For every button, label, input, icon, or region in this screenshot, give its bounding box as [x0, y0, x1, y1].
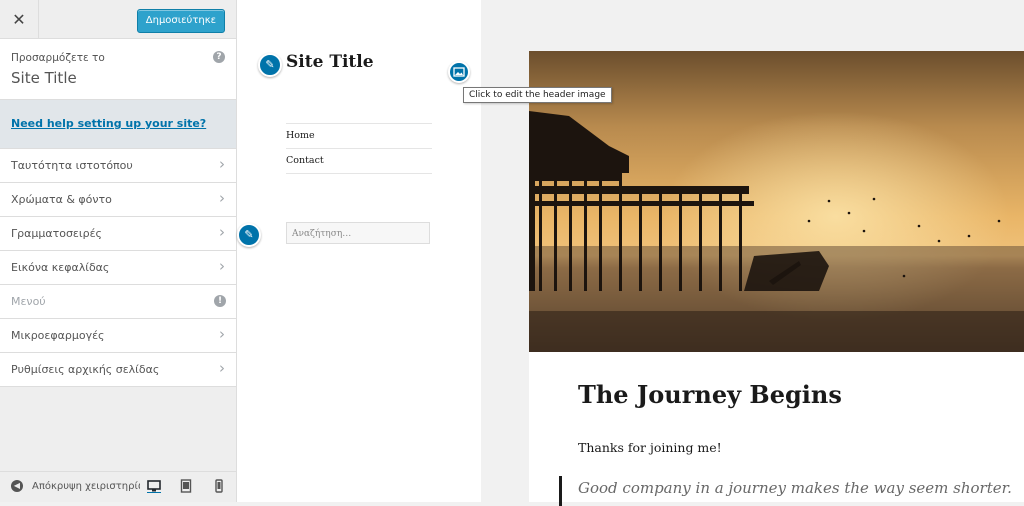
section-label: Χρώματα & φόντο	[11, 193, 112, 206]
customizer-footer: ◀ Απόκρυψη χειριστηρίων	[0, 471, 236, 502]
edit-widgets-button[interactable]: ✎	[237, 223, 261, 247]
customizing-site-title: Site Title	[11, 69, 77, 87]
search-input[interactable]: Αναζήτηση…	[286, 222, 430, 244]
pencil-icon: ✎	[244, 228, 254, 241]
section-label: Μικροεφαρμογές	[11, 329, 105, 342]
chevron-right-icon: ›	[219, 189, 225, 207]
menu-item-home[interactable]: Home	[286, 123, 432, 148]
desktop-icon[interactable]	[147, 479, 161, 493]
mobile-icon[interactable]	[212, 479, 226, 493]
post-text: Thanks for joining me!	[578, 440, 722, 455]
section-site-identity[interactable]: Ταυτότητα ιστοτόπου ›	[0, 149, 236, 183]
publish-button[interactable]: Δημοσιεύτηκε	[136, 9, 225, 33]
section-label: Μενού	[11, 295, 46, 308]
customizer-sidebar: ✕ Δημοσιεύτηκε Προσαρμόζετε το Site Titl…	[0, 0, 237, 502]
section-widgets[interactable]: Μικροεφαρμογές ›	[0, 319, 236, 353]
help-icon[interactable]: ?	[213, 51, 225, 63]
close-customizer-button[interactable]: ✕	[0, 0, 39, 38]
close-icon: ✕	[12, 9, 26, 29]
image-icon	[453, 67, 465, 77]
menu-item-contact[interactable]: Contact	[286, 148, 432, 174]
tablet-icon[interactable]	[179, 479, 193, 493]
section-homepage-settings[interactable]: Ρυθμίσεις αρχικής σελίδας ›	[0, 353, 236, 387]
chevron-right-icon: ›	[219, 359, 225, 377]
collapse-sidebar-button[interactable]: Απόκρυψη χειριστηρίων	[32, 481, 140, 492]
site-sidebar: ✎ Site Title Click to edit the header im…	[237, 0, 612, 502]
site-title[interactable]: Site Title	[286, 52, 374, 72]
header-image-tooltip: Click to edit the header image	[463, 87, 612, 103]
customizer-header: ✕ Δημοσιεύτηκε	[0, 0, 236, 39]
customizer-info: Προσαρμόζετε το Site Title ?	[0, 39, 236, 100]
chevron-right-icon: ›	[219, 325, 225, 343]
chevron-right-icon: ›	[219, 155, 225, 173]
site-content: The Journey Begins Thanks for joining me…	[529, 51, 1024, 506]
site-preview[interactable]: ✎ Site Title Click to edit the header im…	[237, 0, 1024, 506]
chevron-right-icon: ›	[219, 223, 225, 241]
warning-icon[interactable]: !	[214, 295, 226, 307]
edit-site-title-button[interactable]: ✎	[258, 53, 282, 77]
pencil-icon: ✎	[265, 58, 275, 71]
section-label: Ρυθμίσεις αρχικής σελίδας	[11, 363, 160, 376]
chevron-right-icon: ›	[219, 257, 225, 275]
section-label: Γραμματοσειρές	[11, 227, 102, 240]
edit-header-image-button[interactable]	[448, 61, 470, 83]
setup-help-link[interactable]: Need help setting up your site?	[11, 117, 206, 130]
section-label: Εικόνα κεφαλίδας	[11, 261, 110, 274]
section-menus: Μενού !	[0, 285, 236, 319]
help-section: Need help setting up your site?	[0, 100, 236, 149]
customizing-label: Προσαρμόζετε το	[11, 52, 105, 64]
section-colors-background[interactable]: Χρώματα & φόντο ›	[0, 183, 236, 217]
section-label: Ταυτότητα ιστοτόπου	[11, 159, 133, 172]
primary-menu: Home Contact	[286, 123, 432, 174]
post-title[interactable]: The Journey Begins	[578, 380, 842, 409]
collapse-icon[interactable]: ◀	[11, 480, 23, 492]
section-header-image[interactable]: Εικόνα κεφαλίδας ›	[0, 251, 236, 285]
section-fonts[interactable]: Γραμματοσειρές ›	[0, 217, 236, 251]
